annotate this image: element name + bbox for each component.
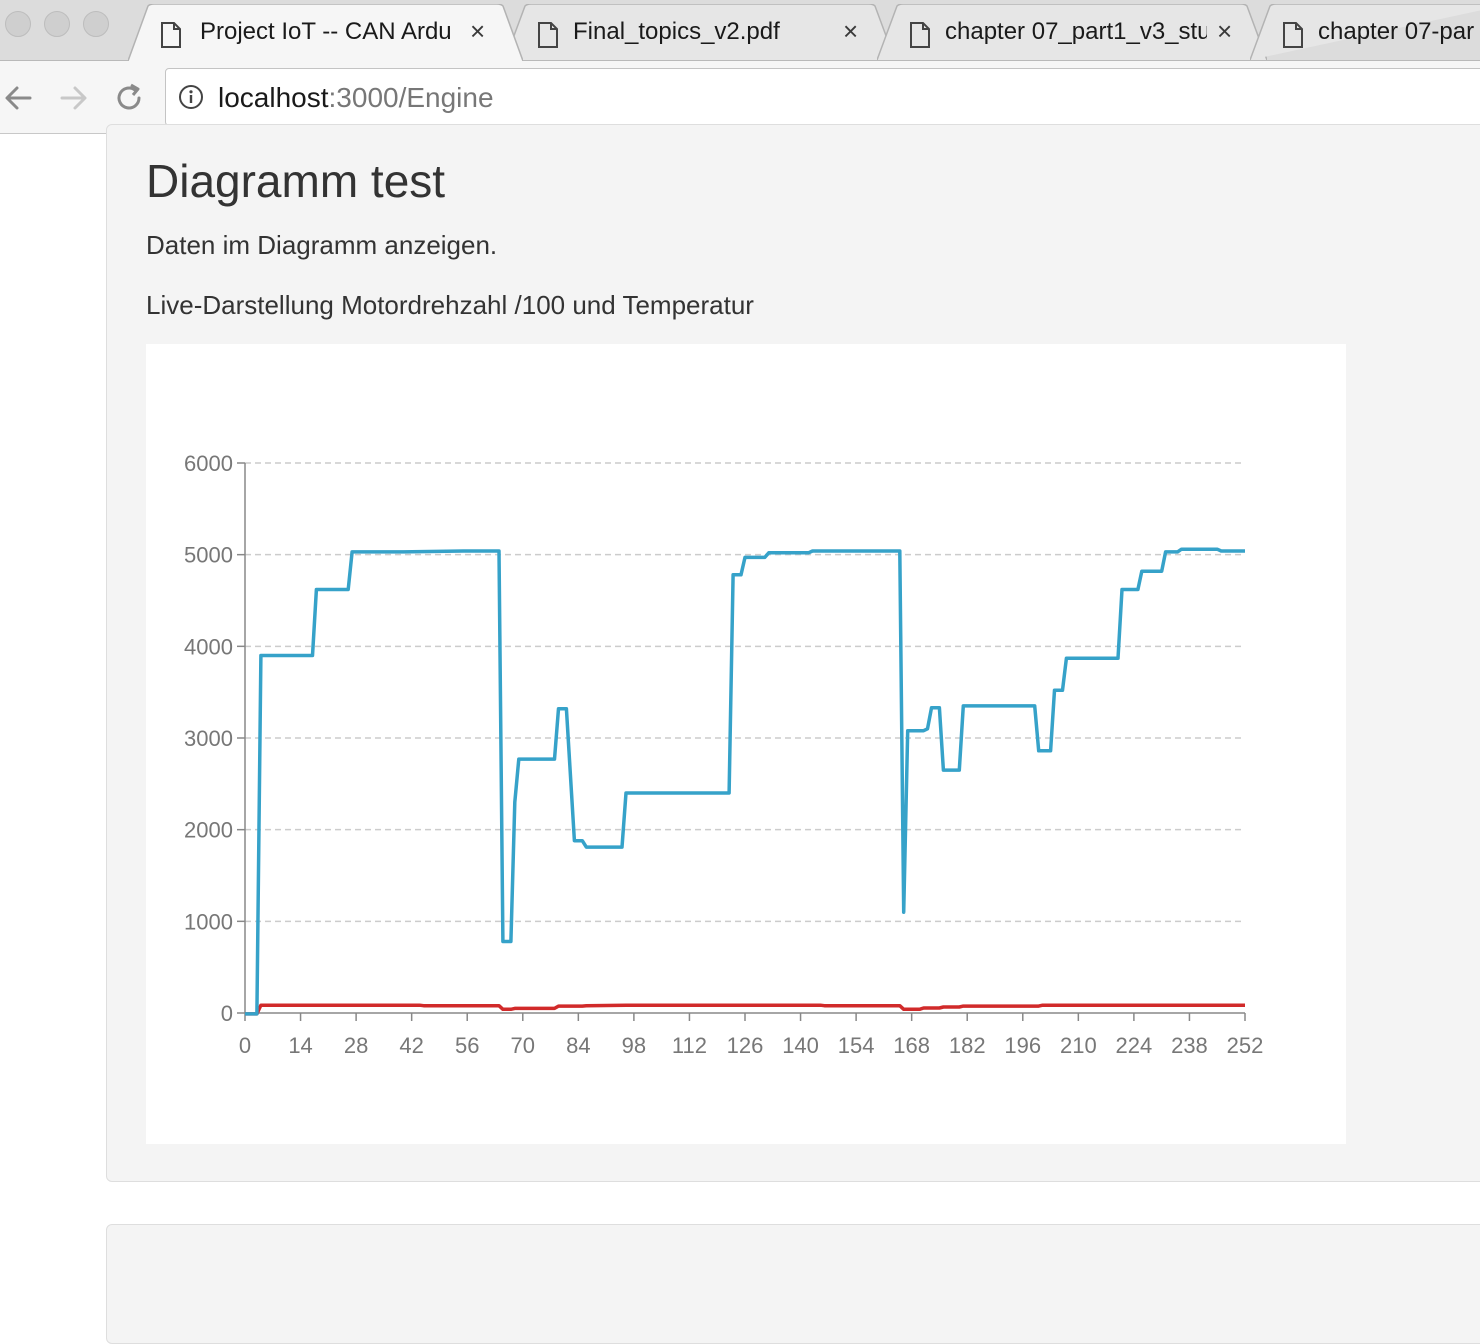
content-panel-2 [106,1224,1480,1344]
x-tick-label: 98 [622,1033,646,1058]
x-tick-label: 210 [1060,1033,1097,1058]
address-path: :3000/Engine [328,82,494,113]
page-content: Diagramm test Daten im Diagramm anzeigen… [0,124,1480,1344]
x-tick-label: 126 [727,1033,764,1058]
y-tick-label: 5000 [184,543,233,568]
x-tick-label: 0 [239,1033,251,1058]
document-icon [1283,22,1303,48]
chart-caption: Live-Darstellung Motordrehzahl /100 und … [146,290,754,320]
y-tick-label: 4000 [184,634,233,659]
reload-icon[interactable] [112,81,146,115]
series-line-rpm [245,547,1245,1016]
x-tick-label: 112 [672,1033,707,1058]
x-tick-label: 154 [838,1033,875,1058]
x-tick-label: 70 [511,1033,535,1058]
tab-chapter-07-part1[interactable]: chapter 07_part1_v3_stu × [877,4,1267,60]
tab-title: Final_topics_v2.pdf [573,18,780,45]
x-tick-label: 42 [399,1033,423,1058]
x-tick-label: 56 [455,1033,479,1058]
tab-title: Project IoT -- CAN Ardu [200,18,452,45]
page-title: Diagramm test [146,155,446,207]
x-tick-label: 84 [566,1033,590,1058]
intro-text: Daten im Diagramm anzeigen. [146,230,498,260]
forward-arrow-icon[interactable] [56,81,90,115]
x-tick-label: 252 [1227,1033,1264,1058]
y-tick-label: 6000 [184,451,233,476]
address-url[interactable]: localhost:3000/Engine [218,82,494,114]
document-icon [161,22,181,48]
site-info-icon[interactable] [178,84,204,110]
x-tick-label: 238 [1171,1033,1208,1058]
tab-chapter-07-part[interactable]: chapter 07-par [1250,4,1480,60]
browser-tab-strip: Final_topics_v2.pdf × chapter 07_part1_v… [0,0,1480,61]
close-tab-icon[interactable]: × [470,16,485,46]
address-host: localhost [218,82,329,113]
close-tab-icon[interactable]: × [1217,16,1232,46]
y-tick-label: 2000 [184,818,233,843]
x-tick-label: 28 [344,1033,368,1058]
x-tick-label: 196 [1004,1033,1041,1058]
x-tick-label: 14 [288,1033,312,1058]
tab-title: chapter 07_part1_v3_stu [945,18,1207,45]
x-tick-label: 224 [1116,1033,1153,1058]
document-icon [538,22,558,48]
x-tick-label: 182 [949,1033,986,1058]
close-tab-icon[interactable]: × [843,16,858,46]
tab-final-topics[interactable]: Final_topics_v2.pdf × [505,4,895,60]
line-chart: 0 1000 2000 3000 4000 5000 6000 0 14 28 42 56 70 84 98… [184,451,1264,1058]
y-tick-label: 0 [221,1001,233,1026]
y-tick-label: 1000 [184,909,233,934]
minimize-window-icon[interactable] [44,11,70,37]
tab-project-iot[interactable]: Project IoT -- CAN Ardu × [128,4,523,61]
x-tick-label: 140 [782,1033,819,1058]
maximize-window-icon[interactable] [83,11,109,37]
close-window-icon[interactable] [5,11,31,37]
tab-title: chapter 07-par [1318,18,1475,45]
chart-container: 0 1000 2000 3000 4000 5000 6000 0 14 28 42 56 70 84 98… [146,344,1346,1144]
y-tick-label: 3000 [184,726,233,751]
x-tick-label: 168 [893,1033,930,1058]
address-bar[interactable]: localhost:3000/Engine [165,68,1480,126]
document-icon [910,22,930,48]
back-arrow-icon[interactable] [2,81,36,115]
